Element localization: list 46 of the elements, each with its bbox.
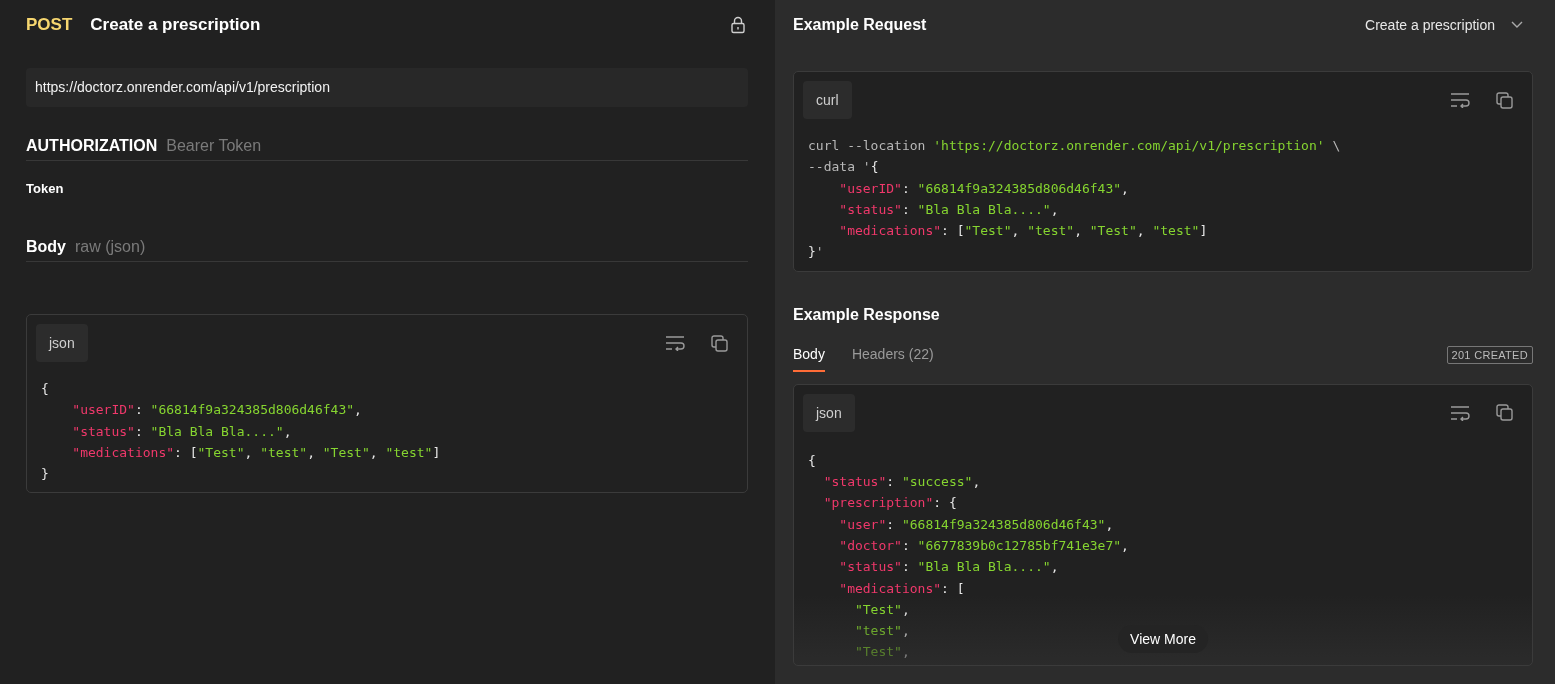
code-line: "prescription": {	[822, 494, 957, 513]
wrap-icon[interactable]	[665, 335, 685, 351]
section-title: Example Response	[793, 305, 941, 324]
code-line: "medications": ["Test", "test", "Test", "test"]	[71, 443, 441, 462]
code-line: --data '{	[808, 158, 879, 177]
section-title: Example Request	[793, 16, 927, 34]
body-type: raw (json)	[75, 238, 146, 256]
code-line: "Test",	[853, 643, 910, 662]
response-tab[interactable]: Headers (22)	[851, 345, 934, 372]
language-tab[interactable]: json	[803, 393, 855, 432]
code-line: "status": "Bla Bla Bla....",	[71, 422, 292, 441]
code-line: }'	[808, 243, 824, 262]
language-tab[interactable]: curl	[803, 81, 852, 119]
lock-icon	[730, 16, 746, 34]
code-line: "status": "success",	[822, 473, 981, 492]
code-line: curl --location 'https://doctorz.onrender.com/api/v1/prescription' \	[808, 137, 1341, 155]
code-line: "userID": "66814f9a324385d806d46f43",	[838, 179, 1129, 198]
auth-type: Bearer Token	[166, 137, 262, 155]
code-line: "Test",	[853, 600, 910, 619]
example-dropdown[interactable]: Create a prescription	[1365, 17, 1533, 33]
http-method: POST	[26, 15, 73, 35]
wrap-icon[interactable]	[1450, 92, 1470, 108]
code-line: "userID": "66814f9a324385d806d46f43",	[71, 401, 362, 420]
copy-icon[interactable]	[1496, 404, 1513, 422]
code-line: "test",	[853, 622, 910, 641]
url-field[interactable]: https://doctorz.onrender.com/api/v1/prescription	[26, 68, 748, 107]
code-line: "status": "Bla Bla Bla....",	[838, 558, 1059, 577]
code-line: {	[41, 380, 49, 398]
code-line: "medications": ["Test", "test", "Test", "test"]	[838, 222, 1208, 241]
code-line: }	[41, 465, 49, 484]
code-line: {	[808, 451, 816, 470]
language-tab[interactable]: json	[36, 324, 88, 362]
code-line: "user": "66814f9a324385d806d46f43",	[838, 515, 1114, 534]
field-label: Token	[26, 181, 65, 196]
section-label: AUTHORIZATION	[26, 137, 158, 155]
response-tab[interactable]: Body	[793, 345, 825, 372]
endpoint-title: Create a prescription	[90, 15, 262, 35]
status-badge: 201 CREATED	[1446, 345, 1533, 364]
code-line: "medications": [	[838, 579, 965, 598]
copy-icon[interactable]	[711, 334, 728, 352]
copy-icon[interactable]	[1496, 91, 1513, 109]
code-line: "doctor": "6677839b0c12785bf741e3e7",	[838, 536, 1129, 555]
code-line: "status": "Bla Bla Bla....",	[838, 200, 1059, 219]
chevron-down-icon	[1511, 21, 1523, 29]
wrap-icon[interactable]	[1450, 404, 1470, 421]
section-label: Body	[26, 238, 66, 256]
